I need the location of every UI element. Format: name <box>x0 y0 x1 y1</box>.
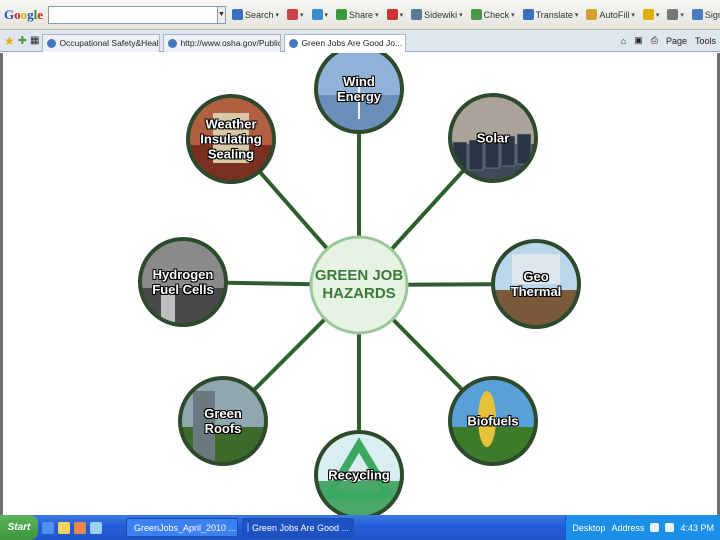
check-button[interactable]: Check ▾ <box>470 9 515 20</box>
network-icon[interactable] <box>650 523 660 532</box>
command-bar: ⌂ ▣ ⎙ Page Tools <box>621 35 716 46</box>
highlight-button[interactable]: ▾ <box>642 9 660 20</box>
hazard-node-hydrogen <box>138 237 228 327</box>
media-quicklaunch-icon[interactable] <box>74 521 86 534</box>
page-menu[interactable]: Page <box>666 36 687 46</box>
hazard-photo-wind <box>317 53 401 131</box>
taskbar-window-button[interactable]: Green Jobs Are Good ... <box>242 518 354 537</box>
page-favicon-icon <box>47 38 57 48</box>
autofill-button[interactable]: AutoFill ▾ <box>586 9 635 20</box>
hazard-node-green-roofs <box>178 376 268 466</box>
toolbar-button-label: Search <box>244 9 274 20</box>
hazard-node-biofuels <box>448 376 538 466</box>
sign-in-icon <box>691 9 703 20</box>
home-icon[interactable]: ⌂ <box>621 36 626 46</box>
tab-label: Occupational Safety&Health ... <box>59 38 161 48</box>
task-label: GreenJobs_April_2010 ... <box>134 522 237 533</box>
task-buttons: GreenJobs_April_2010 ... Green Jobs Are G… <box>126 518 354 537</box>
explorer-quicklaunch-icon[interactable] <box>90 521 102 534</box>
center-hub-label: GREEN JOB HAZARDS <box>314 267 404 302</box>
page-content: GREEN JOB HAZARDS Wind Energy Solar Geo The… <box>0 53 720 515</box>
google-logo: Google <box>4 6 44 22</box>
share-icon <box>336 9 348 20</box>
chevron-down-icon[interactable]: ▾ <box>631 11 635 19</box>
highlight-icon <box>642 9 654 20</box>
bookmark-plus-icon <box>311 9 323 20</box>
wrench-button[interactable]: ▾ <box>667 9 684 20</box>
toolbar-button-label: Sign In <box>704 9 720 20</box>
tools-menu[interactable]: Tools <box>695 36 716 46</box>
toolbar-button-label: Share <box>349 9 374 20</box>
page-favicon-icon <box>168 38 178 48</box>
sign-in-button[interactable]: Sign In▾ <box>691 9 720 20</box>
chevron-down-icon[interactable]: ▾ <box>400 11 404 19</box>
feeds-icon[interactable]: ▣ <box>634 35 643 46</box>
chevron-down-icon[interactable]: ▾ <box>511 11 515 19</box>
share-button[interactable]: Share ▾ <box>336 9 379 20</box>
search-dropdown-button[interactable]: ▼ <box>218 5 226 24</box>
toolbar-button-label: Sidewiki <box>424 9 458 20</box>
chevron-down-icon[interactable]: ▾ <box>656 11 660 19</box>
desktop-toolbar-label[interactable]: Desktop <box>572 523 605 533</box>
favorites-star-icon[interactable]: ★ <box>4 34 15 48</box>
check-icon <box>470 9 482 20</box>
tab-list-icon[interactable]: ▦ <box>30 35 39 46</box>
google-search-input[interactable] <box>48 5 218 24</box>
chevron-down-icon[interactable]: ▾ <box>300 11 304 19</box>
browser-tab[interactable]: Green Jobs Are Good Jo...✕ <box>284 33 407 52</box>
wrench-icon <box>667 9 679 20</box>
page-favicon-icon <box>289 38 299 48</box>
block-button[interactable]: ▾ <box>386 9 404 20</box>
hazard-node-wind <box>314 53 404 134</box>
block-icon <box>386 9 398 20</box>
hazard-node-geothermal <box>491 239 581 329</box>
browser-tab-bar: ★ ✚ ▦ Occupational Safety&Health ... http… <box>0 30 720 52</box>
hazard-node-recycling <box>314 430 404 515</box>
sidewiki-button[interactable]: Sidewiki ▾ <box>411 9 463 20</box>
google-toolbar: Google ▼ Search ▾ ▾ ▾ Share ▾ ▾ Sidewiki ▾ Check ▾… <box>0 0 720 30</box>
popup-blocker-icon <box>286 9 298 20</box>
search-icon <box>231 9 243 20</box>
translate-button[interactable]: Translate ▾ <box>522 9 579 20</box>
ie-quicklaunch-icon[interactable] <box>42 521 54 534</box>
chevron-down-icon[interactable]: ▾ <box>375 11 379 19</box>
search-button[interactable]: Search ▾ <box>231 9 279 20</box>
print-icon[interactable]: ⎙ <box>651 35 658 46</box>
translate-icon <box>522 9 534 20</box>
tab-label: Green Jobs Are Good Jo... <box>301 38 403 48</box>
toolbar-button-label: Translate <box>535 9 573 20</box>
clock: 4:43 PM <box>680 522 714 533</box>
toolbar-buttons: Search ▾ ▾ ▾ Share ▾ ▾ Sidewiki ▾ Check ▾ Translate… <box>231 9 720 20</box>
windows-taskbar: Start GreenJobs_April_2010 ... Green Jobs… <box>0 515 720 540</box>
address-toolbar-label[interactable]: Address <box>611 523 644 533</box>
ie-icon <box>247 523 249 532</box>
start-button[interactable]: Start <box>0 515 38 540</box>
autofill-icon <box>586 9 598 20</box>
popup-blocker-button[interactable]: ▾ <box>286 9 304 20</box>
browser-tab[interactable]: Occupational Safety&Health ... <box>42 33 161 52</box>
toolbar-button-label: Check <box>483 9 510 20</box>
chevron-down-icon[interactable]: ▾ <box>275 11 279 19</box>
chevron-down-icon[interactable]: ▾ <box>575 11 579 19</box>
chevron-down-icon[interactable]: ▾ <box>459 11 463 19</box>
tab-strip: Occupational Safety&Health ... http://www… <box>42 30 407 52</box>
chevron-down-icon[interactable]: ▾ <box>680 11 684 19</box>
folder-quicklaunch-icon[interactable] <box>58 521 70 534</box>
system-tray: Desktop Address 4:43 PM <box>565 515 720 540</box>
tab-label: http://www.osha.gov/Public ... <box>180 38 282 48</box>
bookmark-plus-button[interactable]: ▾ <box>311 9 329 20</box>
toolbar-button-label: AutoFill <box>599 9 630 20</box>
taskbar-window-button[interactable]: GreenJobs_April_2010 ... <box>126 518 238 537</box>
browser-tab[interactable]: http://www.osha.gov/Public ... <box>163 33 282 52</box>
add-favorite-icon[interactable]: ✚ <box>18 34 27 47</box>
volume-icon[interactable] <box>665 523 675 532</box>
sidewiki-icon <box>411 9 423 20</box>
task-label: Green Jobs Are Good ... <box>251 522 349 533</box>
chevron-down-icon[interactable]: ▾ <box>325 11 329 19</box>
